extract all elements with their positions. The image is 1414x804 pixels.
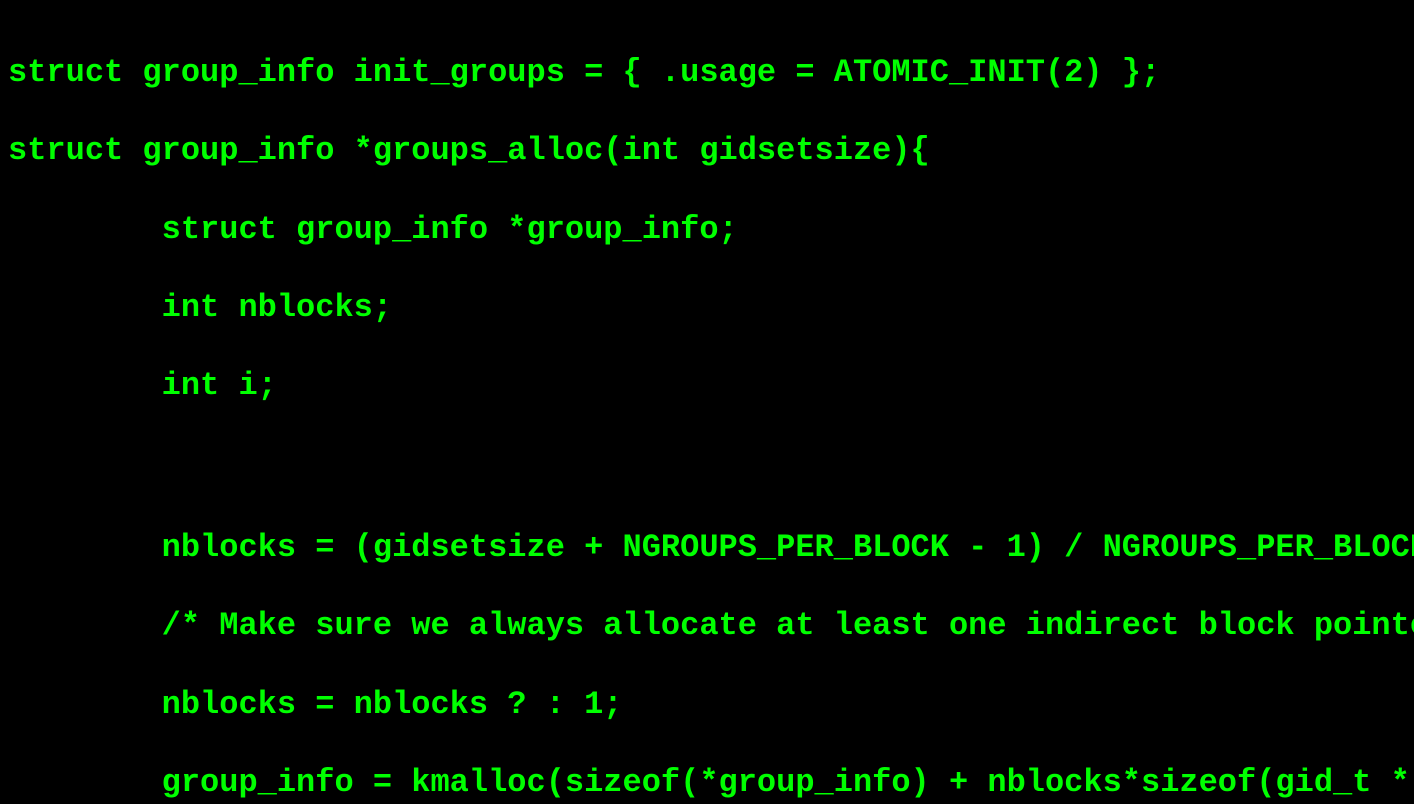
code-line-empty: [8, 405, 1414, 447]
code-line: /* Make sure we always allocate at least…: [8, 608, 1414, 645]
code-line-empty: [8, 170, 1414, 212]
code-line-empty: [8, 488, 1414, 530]
code-line: nblocks = nblocks ? : 1;: [8, 687, 1414, 724]
code-line-empty: [8, 447, 1414, 489]
code-line: struct group_info init_groups = { .usage…: [8, 55, 1414, 92]
code-line: struct group_info *groups_alloc(int gids…: [8, 133, 1414, 170]
code-editor: struct group_info init_groups = { .usage…: [8, 18, 1414, 802]
code-line: group_info = kmalloc(sizeof(*group_info)…: [8, 765, 1414, 802]
code-line: int i;: [8, 368, 1414, 405]
code-line-empty: [8, 248, 1414, 290]
code-line: struct group_info *group_info;: [8, 212, 1414, 249]
code-line: int nblocks;: [8, 290, 1414, 327]
code-line: nblocks = (gidsetsize + NGROUPS_PER_BLOC…: [8, 530, 1414, 567]
code-line-empty: [8, 645, 1414, 687]
code-line-empty: [8, 724, 1414, 766]
code-line-empty: [8, 92, 1414, 134]
code-line-empty: [8, 327, 1414, 369]
code-line-empty: [8, 567, 1414, 609]
